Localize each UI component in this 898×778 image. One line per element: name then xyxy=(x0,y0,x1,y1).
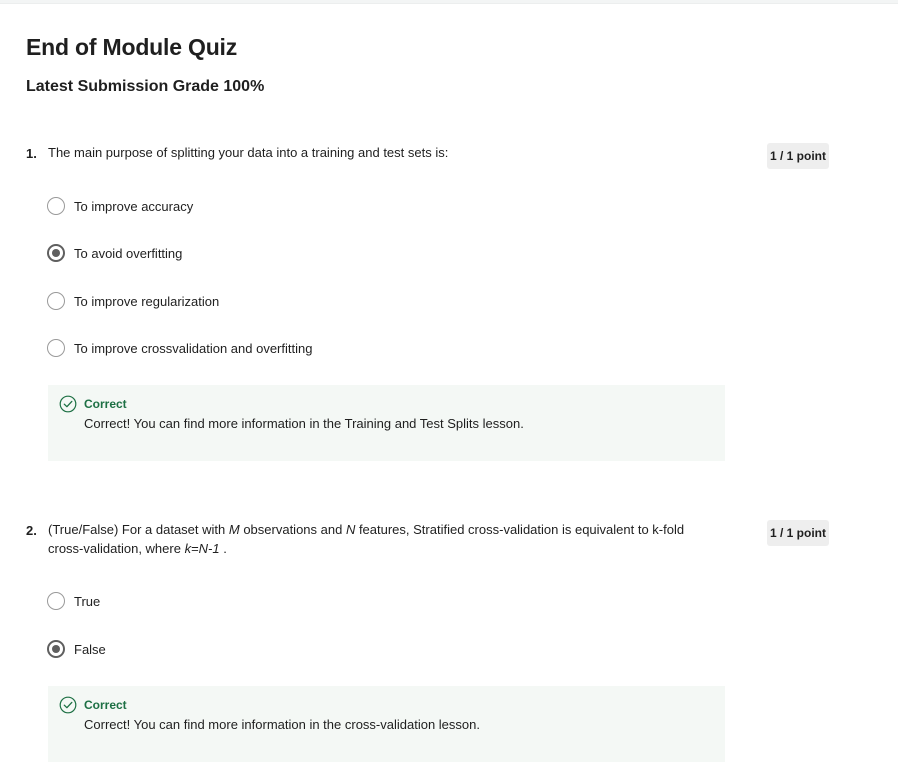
equals-sign: = xyxy=(191,541,199,556)
radio-button[interactable] xyxy=(47,292,65,310)
check-circle-icon xyxy=(59,395,77,413)
option-label: False xyxy=(74,641,106,657)
question-number: 1. xyxy=(26,146,37,161)
option-label: To improve crossvalidation and overfitti… xyxy=(74,340,313,356)
option-label: To avoid overfitting xyxy=(74,245,183,261)
question-text-part: . xyxy=(219,541,227,556)
top-bar xyxy=(0,0,898,4)
feedback-text: Correct! You can find more information i… xyxy=(84,717,480,732)
feedback-title: Correct xyxy=(84,698,127,712)
feedback-box: Correct Correct! You can find more infor… xyxy=(48,385,725,461)
option-true[interactable]: True xyxy=(47,591,100,611)
variable-n-minus-1: N-1 xyxy=(198,541,220,556)
option-label: To improve accuracy xyxy=(74,198,194,214)
check-circle-icon xyxy=(59,696,77,714)
submission-grade: Latest Submission Grade 100% xyxy=(26,78,265,95)
option-to-improve-regularization[interactable]: To improve regularization xyxy=(47,291,219,311)
option-to-avoid-overfitting[interactable]: To avoid overfitting xyxy=(47,243,182,263)
variable-n: N xyxy=(345,522,356,537)
option-label: To improve regularization xyxy=(74,293,220,309)
page-title: End of Module Quiz xyxy=(26,34,238,60)
variable-m: M xyxy=(228,522,240,537)
option-label: True xyxy=(74,593,101,609)
feedback-title: Correct xyxy=(84,397,127,411)
radio-button[interactable] xyxy=(47,592,65,610)
option-to-improve-accuracy[interactable]: To improve accuracy xyxy=(47,196,193,216)
option-false[interactable]: False xyxy=(47,639,106,659)
option-to-improve-crossvalidation[interactable]: To improve crossvalidation and overfitti… xyxy=(47,338,312,358)
question-number: 2. xyxy=(26,523,37,538)
question-text: (True/False) For a dataset with M observ… xyxy=(48,520,708,558)
radio-button-selected[interactable] xyxy=(47,640,65,658)
points-badge: 1 / 1 point xyxy=(767,143,829,169)
question-text-part: (True/False) For a dataset with xyxy=(48,522,229,537)
feedback-text: Correct! You can find more information i… xyxy=(84,416,524,431)
radio-button[interactable] xyxy=(47,197,65,215)
points-badge: 1 / 1 point xyxy=(767,520,829,546)
feedback-box: Correct Correct! You can find more infor… xyxy=(48,686,725,762)
radio-button-selected[interactable] xyxy=(47,244,65,262)
question-text-part: observations and xyxy=(239,522,346,537)
radio-button[interactable] xyxy=(47,339,65,357)
question-text: The main purpose of splitting your data … xyxy=(48,145,449,160)
